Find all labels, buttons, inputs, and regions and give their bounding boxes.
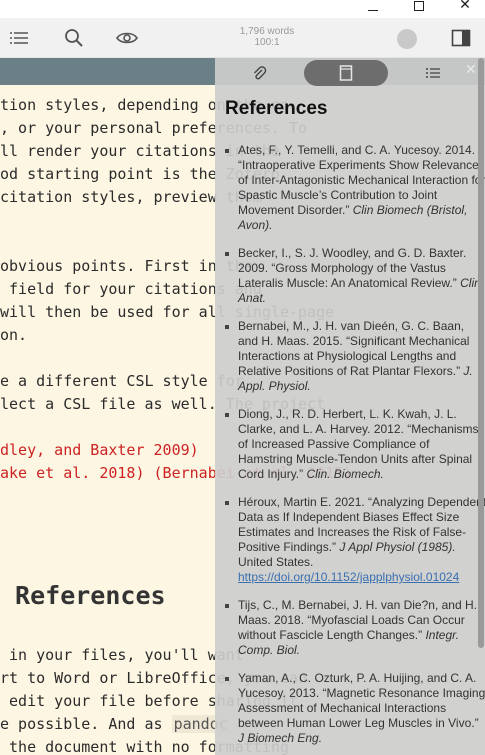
- toc-button[interactable]: [8, 27, 30, 49]
- reference-text: Becker, I., S. J. Woodley, and G. D. Bax…: [238, 246, 467, 290]
- references-sidebar: ✕ References Ates, F., Y. Temelli, and C…: [215, 58, 485, 755]
- editor-line: on.: [0, 326, 28, 344]
- sidebar-close-icon[interactable]: ✕: [465, 62, 477, 78]
- editor-line: e possible. And as pandoc: [0, 714, 230, 734]
- bullet-icon: [225, 252, 229, 256]
- close-icon: ✕: [459, 0, 471, 13]
- editor-line: in your files, you'll want: [0, 646, 244, 664]
- citation-line: dley, and Baxter 2009): [0, 441, 199, 459]
- cursor-position: 100:1: [254, 37, 280, 48]
- reference-list: Ates, F., Y. Temelli, and C. A. Yucesoy.…: [225, 143, 485, 755]
- sidebar-toggle-button[interactable]: [450, 27, 472, 49]
- avatar[interactable]: [397, 29, 417, 49]
- paperclip-icon: [254, 66, 267, 80]
- bullet-icon: [225, 149, 229, 153]
- maximize-icon: [414, 1, 424, 11]
- word-count: 1,796 words: [239, 26, 295, 37]
- bullet-icon: [225, 501, 229, 505]
- bullet-icon: [225, 604, 229, 608]
- reference-journal: J Appl Physiol (1985).: [339, 540, 456, 554]
- bullet-icon: [225, 325, 229, 329]
- close-window-button[interactable]: ✕: [442, 0, 485, 18]
- editor-heading: References: [0, 581, 166, 610]
- preview-button[interactable]: [116, 27, 138, 49]
- reference-item[interactable]: Bernabei, M., J. H. van Dieén, G. C. Baa…: [225, 319, 485, 394]
- editor-line: e a different CSL style for: [0, 372, 244, 390]
- sidebar-scrollbar[interactable]: [478, 58, 484, 648]
- editor-line-text: e possible. And as: [0, 715, 172, 733]
- tab-attachments[interactable]: [243, 60, 275, 86]
- reference-item[interactable]: Becker, I., S. J. Woodley, and G. D. Bax…: [225, 246, 485, 306]
- reference-doi-link[interactable]: https://doi.org/10.1152/japplphysiol.010…: [238, 570, 459, 584]
- sidebar-title: References: [225, 98, 328, 119]
- reference-item[interactable]: Héroux, Martin E. 2021. “Analyzing Depen…: [225, 495, 485, 585]
- toolbar: 1,796 words 100:1: [0, 18, 485, 58]
- reference-journal: Clin. Biomech.: [306, 467, 384, 481]
- tab-references[interactable]: [304, 60, 388, 86]
- document-icon: [339, 65, 353, 81]
- sidebar-toggle-icon: [451, 29, 471, 47]
- minimize-icon: [368, 9, 378, 11]
- title-bar: ✕: [0, 0, 485, 18]
- reference-item[interactable]: Yaman, A., C. Ozturk, P. A. Huijing, and…: [225, 671, 485, 746]
- search-button[interactable]: [63, 27, 85, 49]
- list-icon: [10, 32, 28, 44]
- maximize-button[interactable]: [396, 0, 442, 18]
- list-icon: [426, 68, 440, 78]
- minimize-button[interactable]: [350, 0, 396, 18]
- bullet-icon: [225, 677, 229, 681]
- sidebar-tabs: [215, 58, 485, 88]
- reference-tail: United States.: [238, 555, 314, 569]
- reference-journal: J Biomech Eng.: [238, 731, 323, 745]
- search-icon: [65, 29, 83, 47]
- reference-text: Yaman, A., C. Ozturk, P. A. Huijing, and…: [238, 671, 485, 730]
- word-count-display: 1,796 words 100:1: [225, 26, 309, 48]
- reference-item[interactable]: Diong, J., R. D. Herbert, L. K. Kwah, J.…: [225, 407, 485, 482]
- reference-text: Bernabei, M., J. H. van Dieén, G. C. Baa…: [238, 319, 470, 378]
- bullet-icon: [225, 413, 229, 417]
- eye-icon: [116, 32, 138, 44]
- tab-table-of-contents[interactable]: [417, 60, 449, 86]
- reference-item[interactable]: Tijs, C., M. Bernabei, J. H. van Die?n, …: [225, 598, 485, 658]
- reference-item[interactable]: Ates, F., Y. Temelli, and C. A. Yucesoy.…: [225, 143, 485, 233]
